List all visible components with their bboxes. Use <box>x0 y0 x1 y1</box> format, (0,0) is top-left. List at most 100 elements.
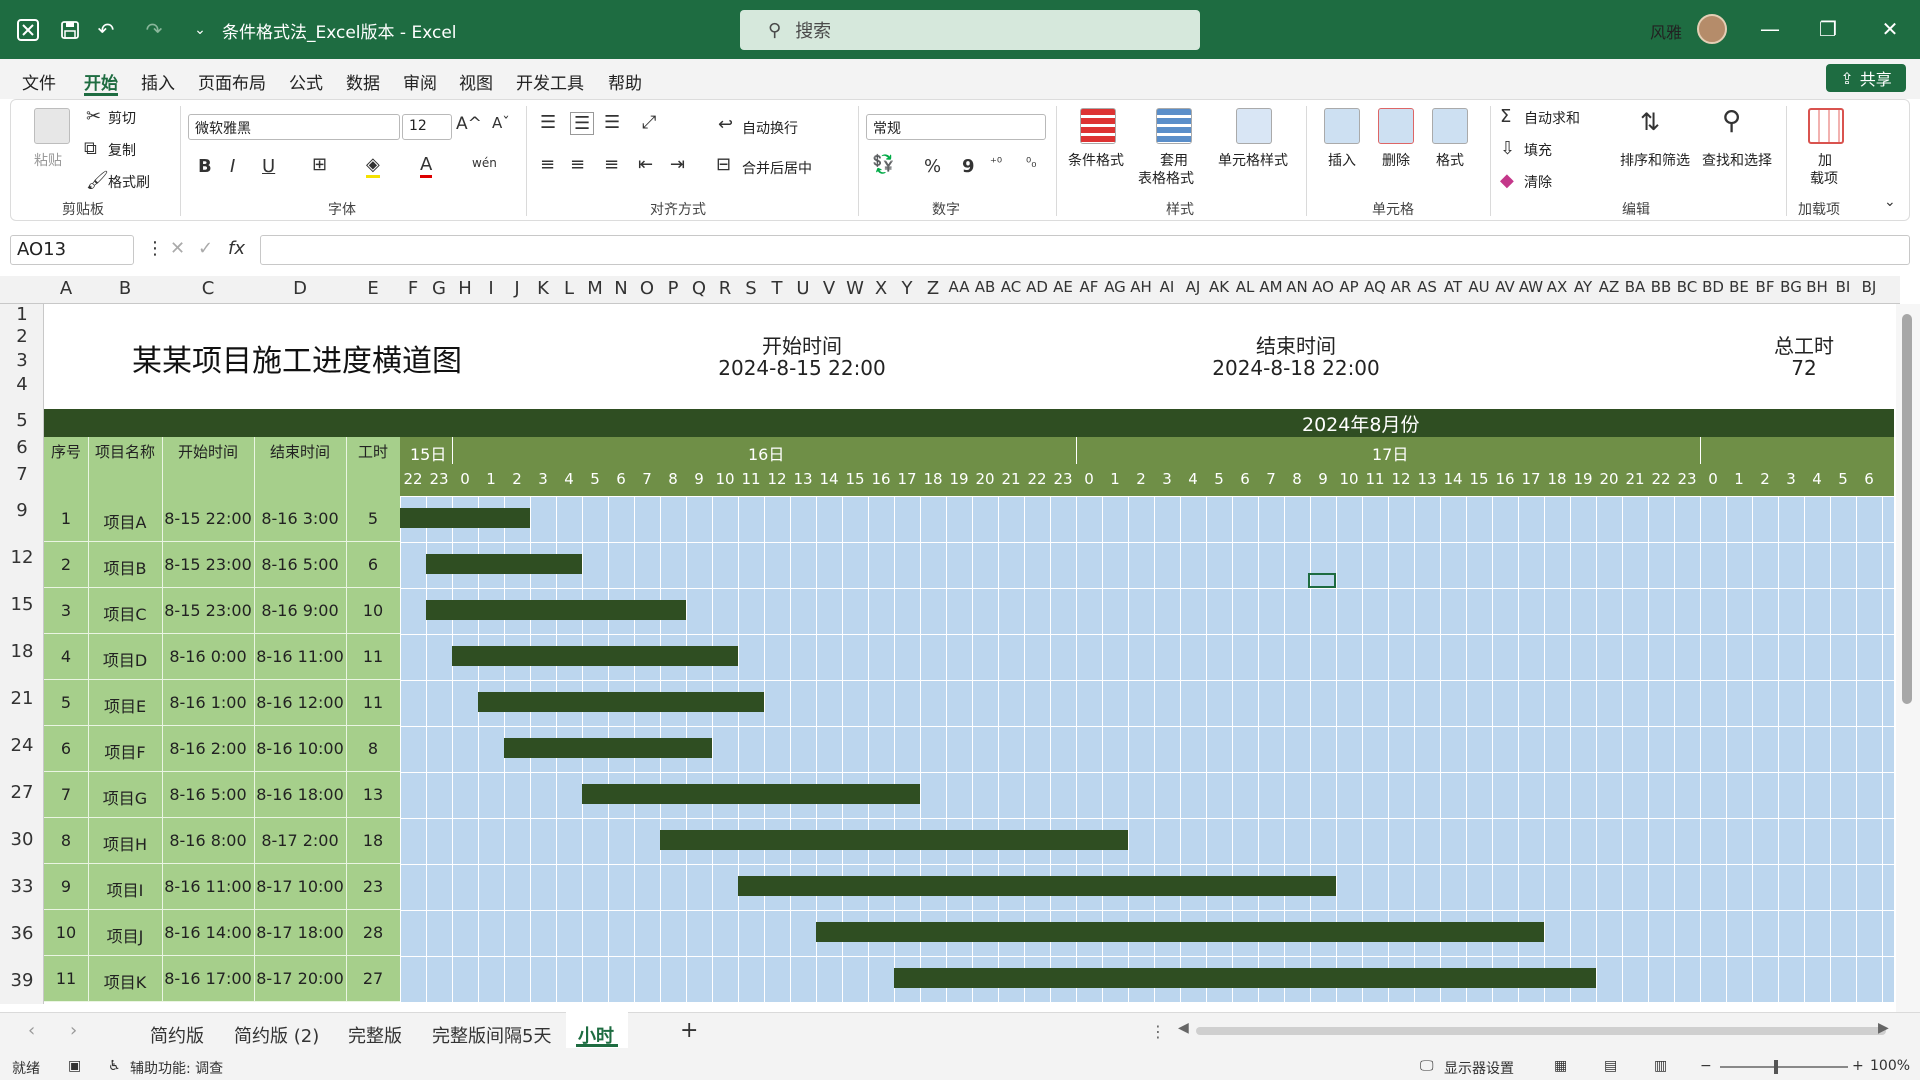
delete-cells-button[interactable]: 删除 <box>1382 150 1410 170</box>
align-right-icon[interactable]: ≡ <box>604 154 619 175</box>
comma-button[interactable]: 9 <box>962 156 975 177</box>
column-header[interactable]: Y <box>894 278 920 299</box>
column-header[interactable]: F <box>400 278 426 299</box>
underline-button[interactable]: U <box>262 156 275 177</box>
column-header[interactable]: J <box>504 278 530 299</box>
row-header[interactable]: 36 <box>0 923 44 944</box>
column-header[interactable]: AZ <box>1596 278 1622 296</box>
autosum-button[interactable]: 自动求和 <box>1524 108 1580 128</box>
column-header[interactable]: W <box>842 278 868 299</box>
increase-decimal-icon[interactable]: ⁺⁰ <box>990 156 1002 171</box>
column-header[interactable]: I <box>478 278 504 299</box>
close-button[interactable]: ✕ <box>1872 12 1908 46</box>
row-header[interactable]: 2 <box>0 326 44 347</box>
column-header[interactable]: R <box>712 278 738 299</box>
align-top-icon[interactable]: ☰ <box>540 112 556 133</box>
shrink-font-button[interactable]: Aˇ <box>492 114 510 132</box>
horizontal-scroll-thumb[interactable] <box>1196 1027 1886 1035</box>
row-header[interactable]: 15 <box>0 594 44 615</box>
save-icon[interactable] <box>56 16 84 44</box>
percent-button[interactable]: % <box>924 156 941 177</box>
column-header[interactable]: BH <box>1804 278 1830 296</box>
next-sheet-icon[interactable]: › <box>70 1020 77 1041</box>
sheet-tab-full-5day[interactable]: 完整版间隔5天 <box>432 1022 551 1048</box>
bold-button[interactable]: B <box>198 156 212 177</box>
cut-icon[interactable]: ✂ <box>86 106 101 127</box>
row-header[interactable]: 5 <box>0 410 44 431</box>
tab-help[interactable]: 帮助 <box>608 69 642 94</box>
display-settings-icon[interactable]: 🖵 <box>1420 1058 1434 1074</box>
decrease-decimal-icon[interactable]: ⁰₀ <box>1026 156 1036 171</box>
column-header[interactable]: AS <box>1414 278 1440 296</box>
sheet-tab-simple-2[interactable]: 简约版 (2) <box>234 1022 319 1048</box>
more-icon[interactable]: ⋮ <box>146 238 164 259</box>
row-header[interactable]: 12 <box>0 547 44 568</box>
row-header[interactable]: 33 <box>0 876 44 897</box>
format-as-table-icon[interactable] <box>1156 108 1192 144</box>
tab-insert[interactable]: 插入 <box>141 69 175 94</box>
conditional-format-icon[interactable] <box>1080 108 1116 144</box>
column-header[interactable]: AE <box>1050 278 1076 296</box>
paste-button[interactable]: 粘贴 <box>34 150 62 170</box>
align-bottom-icon[interactable]: ☰ <box>604 112 620 133</box>
accessibility-icon[interactable]: ♿ <box>108 1058 121 1074</box>
increase-indent-icon[interactable]: ⇥ <box>670 154 685 175</box>
column-header[interactable]: BF <box>1752 278 1778 296</box>
column-header[interactable]: AR <box>1388 278 1414 296</box>
confirm-entry-button[interactable]: ✓ <box>198 238 213 259</box>
column-header[interactable]: AH <box>1128 278 1154 296</box>
gantt-bar[interactable] <box>400 508 530 528</box>
column-header[interactable]: A <box>44 278 88 299</box>
column-header[interactable]: AX <box>1544 278 1570 296</box>
orientation-icon[interactable]: ⤢ <box>642 112 656 133</box>
column-header[interactable]: BA <box>1622 278 1648 296</box>
column-header[interactable]: T <box>764 278 790 299</box>
delete-cells-icon[interactable] <box>1378 108 1414 144</box>
format-as-table-button-line2[interactable]: 表格格式 <box>1138 168 1194 188</box>
clear-icon[interactable]: ◆ <box>1500 170 1514 191</box>
grow-font-button[interactable]: A^ <box>456 114 482 134</box>
autosum-icon[interactable]: Σ <box>1500 106 1511 127</box>
merge-center-button[interactable]: 合并后居中 <box>742 158 812 178</box>
insert-function-button[interactable]: fx <box>228 238 245 259</box>
gantt-bar[interactable] <box>478 692 764 712</box>
gantt-bar[interactable] <box>426 600 686 620</box>
column-header[interactable]: S <box>738 278 764 299</box>
align-left-icon[interactable]: ≡ <box>540 154 555 175</box>
gantt-bar[interactable] <box>426 554 582 574</box>
customize-toolbar-icon[interactable]: ⌄ <box>186 16 214 44</box>
gantt-bar[interactable] <box>582 784 920 804</box>
font-name-select[interactable]: 微软雅黑 <box>188 114 400 140</box>
column-header[interactable]: M <box>582 278 608 299</box>
italic-button[interactable]: I <box>230 156 235 177</box>
column-header[interactable]: G <box>426 278 452 299</box>
row-header[interactable]: 39 <box>0 970 44 991</box>
column-header[interactable]: AK <box>1206 278 1232 296</box>
column-header[interactable]: AY <box>1570 278 1596 296</box>
decrease-indent-icon[interactable]: ⇤ <box>638 154 653 175</box>
cancel-entry-button[interactable]: ✕ <box>170 238 185 259</box>
scroll-right-icon[interactable]: ▶ <box>1878 1020 1889 1036</box>
row-header[interactable]: 9 <box>0 500 44 521</box>
sheet-tab-full[interactable]: 完整版 <box>348 1022 402 1048</box>
sort-filter-button[interactable]: 排序和筛选 <box>1620 150 1690 170</box>
row-header[interactable]: 7 <box>0 464 44 485</box>
format-painter-button[interactable]: 格式刷 <box>108 172 150 192</box>
column-header[interactable]: AL <box>1232 278 1258 296</box>
tab-page-layout[interactable]: 页面布局 <box>198 69 266 94</box>
sort-filter-icon[interactable]: ⇅ <box>1640 108 1660 136</box>
tab-data[interactable]: 数据 <box>346 69 380 94</box>
fill-button[interactable]: 填充 <box>1524 140 1552 160</box>
column-header[interactable]: P <box>660 278 686 299</box>
cell-styles-icon[interactable] <box>1236 108 1272 144</box>
format-cells-button[interactable]: 格式 <box>1436 150 1464 170</box>
column-header[interactable]: AD <box>1024 278 1050 296</box>
column-header[interactable]: X <box>868 278 894 299</box>
column-header[interactable]: Z <box>920 278 946 299</box>
column-header[interactable]: AO <box>1310 278 1336 296</box>
add-sheet-button[interactable]: + <box>680 1018 698 1043</box>
row-header[interactable]: 3 <box>0 350 44 371</box>
zoom-out-icon[interactable]: − <box>1700 1058 1712 1074</box>
gantt-bar[interactable] <box>738 876 1336 896</box>
row-header[interactable]: 21 <box>0 688 44 709</box>
